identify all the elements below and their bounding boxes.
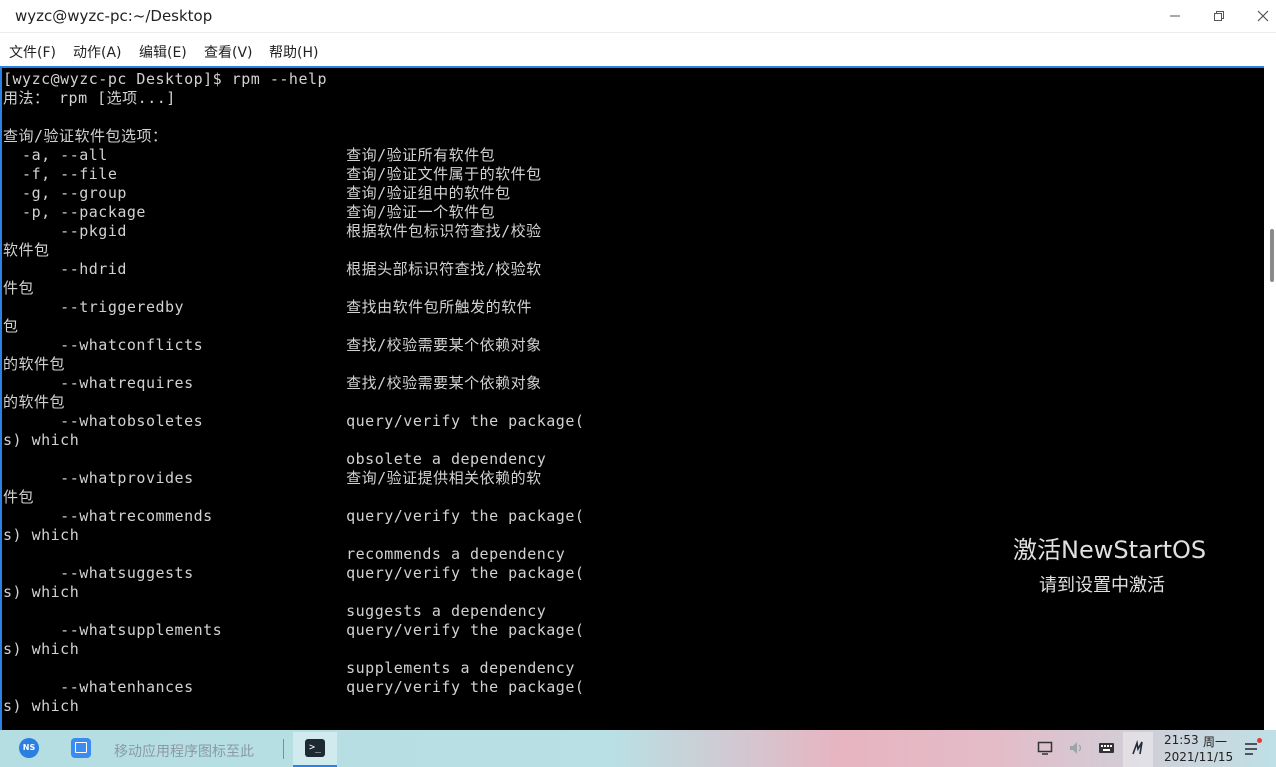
- title-bar: wyzc@wyzc-pc:~/Desktop: [0, 0, 1276, 32]
- terminal-line: -p, --package 查询/验证一个软件包: [3, 203, 496, 221]
- monitor-icon[interactable]: [1037, 740, 1053, 756]
- restore-button[interactable]: [1197, 0, 1241, 32]
- menu-action[interactable]: 动作(A): [73, 42, 122, 62]
- close-icon: [1257, 10, 1269, 22]
- terminal-output: [wyzc@wyzc-pc Desktop]$ rpm --help 用法： rp…: [3, 70, 584, 716]
- activation-watermark-subtitle: 请到设置中激活: [1039, 575, 1165, 596]
- terminal-line: --whatsupplements query/verify the packa…: [3, 621, 585, 639]
- terminal-line: [wyzc@wyzc-pc Desktop]$ rpm --help: [3, 70, 328, 88]
- terminal-line: --whatrequires 查找/校验需要某个依赖对象: [3, 374, 542, 392]
- taskbar: NS 移动应用程序图标至此 >_: [0, 730, 1276, 767]
- scrollbar-track[interactable]: [1264, 66, 1276, 730]
- minimize-button[interactable]: [1153, 0, 1197, 32]
- notification-menu-icon[interactable]: [1244, 741, 1258, 760]
- show-desktop-button[interactable]: [71, 738, 91, 758]
- terminal-line: --whatrecommends query/verify the packag…: [3, 507, 585, 525]
- terminal-line: 软件包: [3, 241, 50, 259]
- terminal-line: obsolete a dependency: [3, 450, 547, 468]
- minimize-icon: [1170, 15, 1180, 17]
- menu-help[interactable]: 帮助(H): [269, 42, 318, 62]
- terminal-line: -g, --group 查询/验证组中的软件包: [3, 184, 511, 202]
- terminal-line: s) which: [3, 583, 80, 601]
- activation-watermark-title: 激活NewStartOS: [1013, 536, 1207, 564]
- notification-badge: [1257, 738, 1262, 743]
- pin-hint-text: 移动应用程序图标至此: [114, 744, 254, 760]
- terminal-line: 查询/验证软件包选项：: [3, 127, 168, 145]
- window-title: wyzc@wyzc-pc:~/Desktop: [15, 7, 213, 25]
- terminal-line: --pkgid 根据软件包标识符查找/校验: [3, 222, 542, 240]
- terminal-line: s) which: [3, 526, 80, 544]
- terminal-line: --triggeredby 查找由软件包所触发的软件: [3, 298, 533, 316]
- terminal-line: 件包: [3, 279, 35, 297]
- terminal-line: --whatenhances query/verify the package(: [3, 678, 585, 696]
- terminal-line: --whatconflicts 查找/校验需要某个依赖对象: [3, 336, 542, 354]
- start-menu-button[interactable]: NS: [19, 738, 39, 758]
- menu-file[interactable]: 文件(F): [9, 42, 56, 62]
- volume-icon[interactable]: [1068, 740, 1084, 756]
- scrollbar-thumb[interactable]: [1270, 229, 1274, 282]
- menu-bar: 文件(F) 动作(A) 编辑(E) 查看(V) 帮助(H): [0, 32, 1276, 66]
- terminal-app-icon: >_: [305, 739, 325, 757]
- terminal-line: -f, --file 查询/验证文件属于的软件包: [3, 165, 542, 183]
- terminal-line: s) which: [3, 640, 80, 658]
- restore-icon: [1214, 11, 1224, 21]
- clock-weekday[interactable]: 周一: [1203, 733, 1227, 750]
- clock-date[interactable]: 2021/11/15: [1164, 750, 1233, 764]
- menu-view[interactable]: 查看(V): [204, 42, 253, 62]
- terminal-line: -a, --all 查询/验证所有软件包: [3, 146, 496, 164]
- terminal-line: 的软件包: [3, 393, 66, 411]
- close-button[interactable]: [1241, 0, 1276, 32]
- terminal-line: --whatobsoletes query/verify the package…: [3, 412, 585, 430]
- terminal-line: 件包: [3, 488, 35, 506]
- terminal-line: --whatprovides 查询/验证提供相关依赖的软: [3, 469, 542, 487]
- terminal-line: supplements a dependency: [3, 659, 575, 677]
- terminal-line: 包: [3, 317, 19, 335]
- terminal-line: recommends a dependency: [3, 545, 566, 563]
- taskbar-terminal-app[interactable]: >_: [293, 732, 337, 767]
- terminal-line: 用法： rpm [选项...]: [3, 89, 176, 107]
- terminal-line: s) which: [3, 431, 80, 449]
- terminal-line: --whatsuggests query/verify the package(: [3, 564, 585, 582]
- input-method-icon[interactable]: [1123, 732, 1153, 767]
- terminal-line: suggests a dependency: [3, 602, 547, 620]
- terminal-line: --hdrid 根据头部标识符查找/校验软: [3, 260, 542, 278]
- menu-edit[interactable]: 编辑(E): [139, 42, 187, 62]
- terminal-line: s) which: [3, 697, 80, 715]
- keyboard-icon[interactable]: [1098, 740, 1115, 756]
- terminal-view[interactable]: [wyzc@wyzc-pc Desktop]$ rpm --help 用法： rp…: [0, 66, 1264, 730]
- terminal-line: 的软件包: [3, 355, 66, 373]
- taskbar-divider: [283, 739, 284, 759]
- clock-time[interactable]: 21:53: [1164, 733, 1199, 747]
